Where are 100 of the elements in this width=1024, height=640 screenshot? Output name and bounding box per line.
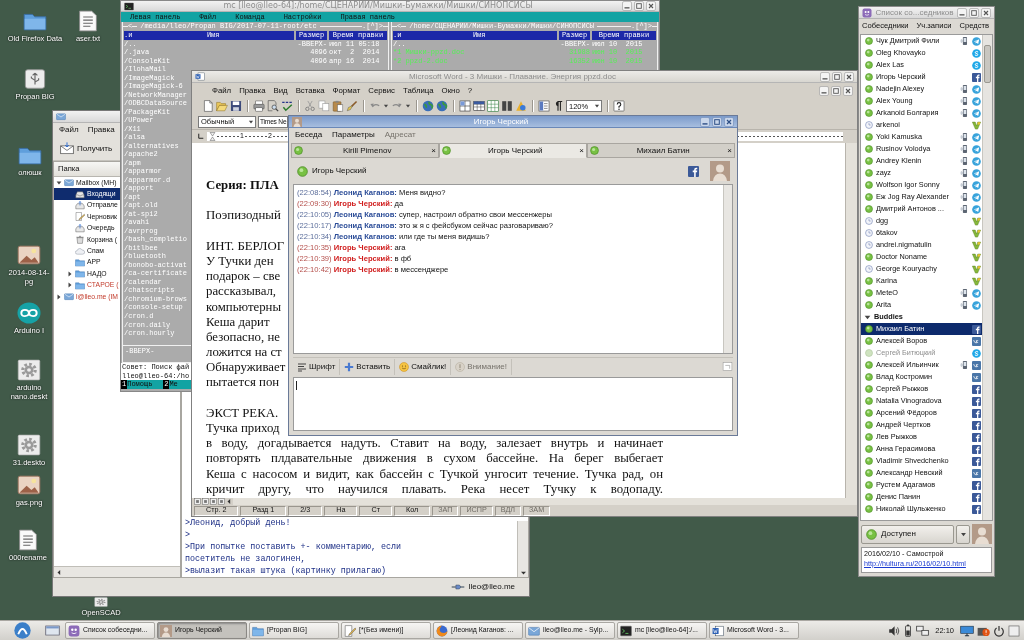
save-icon[interactable] <box>230 100 242 112</box>
f-logo-icon <box>972 504 981 514</box>
document-line: в воду, догадывается надуть. Ставит на воду, залезает внутрь и начинает <box>206 436 663 452</box>
vk-logo-icon <box>972 468 981 478</box>
document-line: пытается пон <box>206 375 280 391</box>
window-title: Игорь Черский <box>472 116 530 127</box>
gear-icon[interactable] <box>17 359 41 381</box>
status-selector[interactable]: Доступен <box>861 524 954 544</box>
menu-item[interactable]: Параметры <box>332 129 375 140</box>
minimize-icon[interactable] <box>820 71 830 82</box>
table-icon[interactable] <box>459 100 471 112</box>
minimize-icon[interactable] <box>622 1 632 11</box>
help-icon[interactable] <box>613 100 625 112</box>
minimize-icon[interactable] <box>700 116 710 127</box>
close-icon[interactable] <box>724 116 734 127</box>
document-line: ложится на ст <box>206 345 282 361</box>
close-icon[interactable] <box>646 1 656 11</box>
close-tab-button[interactable]: × <box>727 146 732 155</box>
clipboard-icon[interactable] <box>332 100 344 112</box>
monitor-icon[interactable] <box>960 624 974 637</box>
v-logo-icon <box>972 120 981 130</box>
document-line: Обнаруживает <box>206 360 286 376</box>
expander-right-icon[interactable] <box>56 293 62 300</box>
text-file-icon[interactable] <box>76 10 100 32</box>
f-logo-icon <box>972 420 981 430</box>
chat-tab[interactable]: Игорь Черский × <box>439 143 587 158</box>
paper-plane-icon <box>972 180 981 190</box>
window-icon[interactable] <box>45 624 60 637</box>
page-pencil-icon <box>344 624 356 637</box>
menu-item[interactable]: Правка <box>87 125 115 135</box>
expander-down-icon[interactable] <box>56 179 62 186</box>
font-button[interactable]: Шрифт <box>293 358 341 375</box>
menu-item[interactable]: Файл <box>59 125 79 135</box>
scrollbar[interactable] <box>54 566 180 577</box>
spreadsheet-icon[interactable] <box>487 100 499 112</box>
shapes-icon[interactable] <box>515 100 527 112</box>
document-map-icon[interactable] <box>538 100 550 112</box>
image-file-icon[interactable] <box>17 244 41 266</box>
printer-icon[interactable] <box>253 100 265 112</box>
infinity-icon[interactable] <box>17 302 41 324</box>
scrollbar[interactable] <box>233 498 857 505</box>
paper-plane-icon <box>972 132 981 142</box>
close-icon[interactable] <box>981 7 991 18</box>
scrollbar[interactable] <box>723 185 732 353</box>
brush-icon[interactable] <box>346 100 358 112</box>
maximize-icon[interactable] <box>712 116 722 127</box>
new-page-icon[interactable] <box>202 100 214 112</box>
expander-right-icon[interactable] <box>67 270 73 277</box>
globe-icon[interactable] <box>436 100 448 112</box>
folder-icon <box>252 624 264 637</box>
page-magnifier-icon[interactable] <box>267 100 279 112</box>
message-line: >Леонид, добрый день! <box>185 517 291 529</box>
maximize-icon[interactable] <box>634 1 644 11</box>
f-logo-icon <box>972 72 981 82</box>
chat-tab[interactable]: Kirill Pimenov × <box>291 143 439 158</box>
expander-right-icon[interactable] <box>67 282 73 289</box>
tab-stop-icon[interactable] <box>197 133 204 140</box>
insert-button[interactable]: Вставить <box>340 358 396 375</box>
document-line: Тучка приход <box>206 421 280 437</box>
check-mark-icon[interactable] <box>281 100 293 112</box>
chat-tab[interactable]: Михаил Батин × <box>587 143 735 158</box>
f-logo-icon <box>972 384 981 394</box>
usb-drive-icon[interactable] <box>23 68 47 90</box>
document-icon <box>195 72 205 81</box>
maximize-icon[interactable] <box>831 85 841 96</box>
close-tab-button[interactable]: × <box>431 146 436 155</box>
smiley-button[interactable]: Смайлик! <box>395 358 452 375</box>
minimize-icon[interactable] <box>957 7 967 18</box>
menu-item[interactable]: Беседа <box>295 129 323 140</box>
dropdown-button[interactable] <box>956 524 970 544</box>
scrollbar[interactable] <box>982 35 992 520</box>
image-file-icon[interactable] <box>17 474 41 496</box>
scrollbar[interactable] <box>845 143 857 498</box>
close-icon[interactable] <box>843 85 853 96</box>
f-logo-icon[interactable] <box>688 165 699 177</box>
battery-icon[interactable] <box>903 624 914 637</box>
message-input[interactable] <box>293 377 733 431</box>
network-icon[interactable] <box>916 624 930 637</box>
text-file-icon[interactable] <box>16 529 40 551</box>
gear-icon[interactable] <box>94 597 108 607</box>
globe-icon[interactable] <box>422 100 434 112</box>
columns-icon[interactable] <box>501 100 513 112</box>
maximize-icon[interactable] <box>969 7 979 18</box>
document-line: компьютерны <box>206 299 281 315</box>
speaker-icon[interactable] <box>888 624 901 637</box>
grid-icon[interactable] <box>473 100 485 112</box>
power-icon[interactable] <box>993 624 1005 637</box>
terminal-icon <box>124 1 134 11</box>
maximize-icon[interactable] <box>832 71 842 82</box>
scrollbar[interactable] <box>517 521 528 577</box>
gear-icon[interactable] <box>17 434 41 456</box>
close-tab-button[interactable]: × <box>579 146 584 155</box>
folder-icon <box>75 280 85 290</box>
expander-down-icon[interactable] <box>864 313 871 321</box>
document-line: безопасно, не <box>206 329 280 346</box>
close-icon[interactable] <box>844 71 854 82</box>
document-line: подарок – све <box>206 269 281 285</box>
paper-plane-icon <box>972 84 981 94</box>
get-mail-button[interactable]: Получить <box>57 138 116 159</box>
minimize-icon[interactable] <box>819 85 829 96</box>
